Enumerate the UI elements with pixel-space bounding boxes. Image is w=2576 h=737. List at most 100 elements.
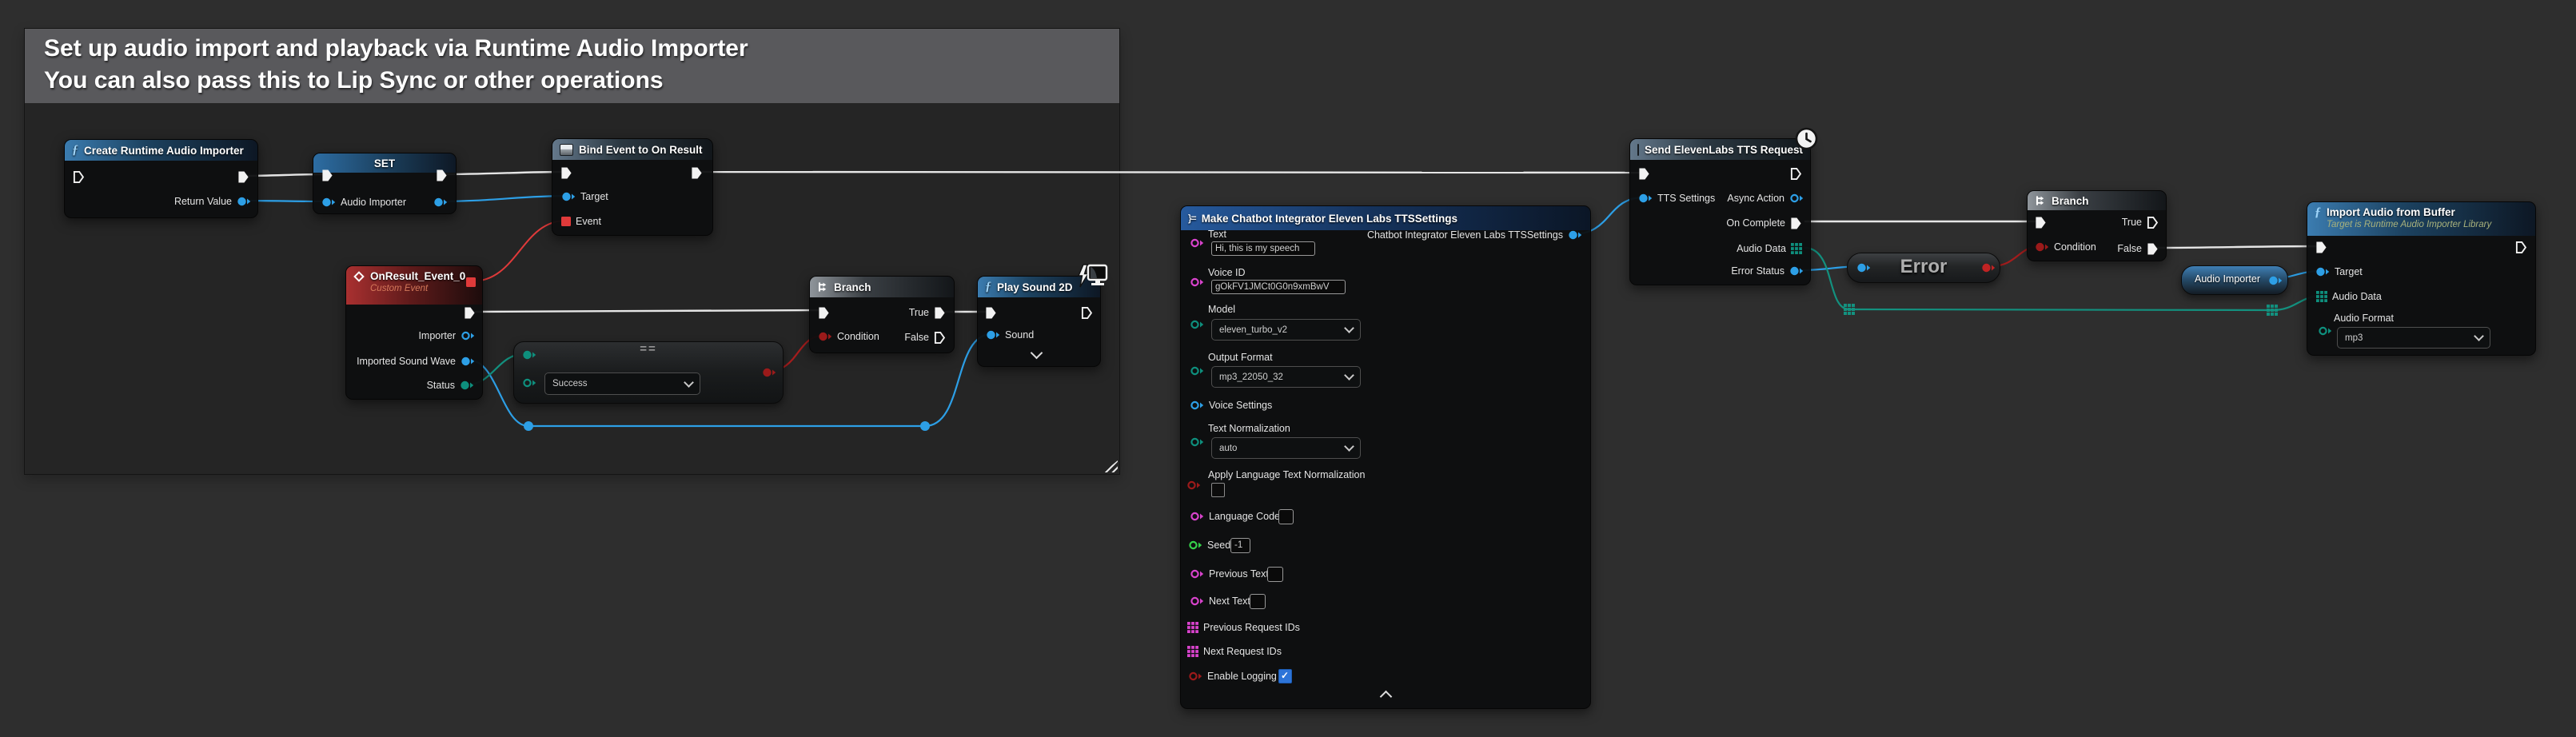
- tts-settings-out-pin[interactable]: Chatbot Integrator Eleven Labs TTSSettin…: [1367, 228, 1582, 242]
- node-header[interactable]: Bind Event to On Result: [552, 139, 712, 160]
- async-action-pin[interactable]: Async Action: [1727, 191, 1804, 205]
- audio-data-pin[interactable]: Audio Data: [1737, 241, 1802, 256]
- node-header[interactable]: ƒCreate Runtime Audio Importer: [65, 140, 257, 161]
- voice-settings-pin[interactable]: Voice Settings: [1190, 398, 1272, 412]
- equal-input-a-pin[interactable]: [522, 348, 536, 362]
- node-get-audio-importer[interactable]: Audio Importer: [2181, 265, 2288, 295]
- next-request-ids-pin[interactable]: Next Request IDs: [1187, 644, 1282, 659]
- exec-in-pin[interactable]: [2035, 215, 2047, 229]
- comment-header[interactable]: Set up audio import and playback via Run…: [25, 29, 1119, 103]
- next-text-field[interactable]: [1250, 594, 1266, 609]
- language-code-field[interactable]: [1278, 509, 1294, 524]
- on-complete-exec-pin[interactable]: On Complete: [1726, 216, 1802, 230]
- node-create-runtime-audio-importer[interactable]: ƒCreate Runtime Audio Importer Return Va…: [64, 139, 258, 218]
- audio-importer-in-pin[interactable]: Audio Importer: [321, 195, 406, 209]
- previous-text-field[interactable]: [1267, 567, 1283, 582]
- exec-out-pin[interactable]: [1790, 166, 1802, 181]
- node-equal-enum[interactable]: == Success: [513, 341, 784, 404]
- exec-out-pin[interactable]: [237, 169, 249, 184]
- output-format-dropdown[interactable]: mp3_22050_32: [1211, 366, 1361, 388]
- target-pin[interactable]: Target: [2315, 265, 2363, 279]
- expand-node-chevron[interactable]: [1031, 347, 1043, 360]
- node-branch-2[interactable]: Branch Condition True False: [2027, 190, 2167, 261]
- exec-in-pin[interactable]: [73, 169, 85, 184]
- node-set-audio-importer[interactable]: SET Audio Importer: [313, 153, 457, 214]
- exec-out-pin[interactable]: [436, 168, 448, 182]
- exec-in-pin[interactable]: [2315, 240, 2327, 254]
- node-branch-1[interactable]: Branch Condition True False: [809, 276, 955, 353]
- tts-settings-pin[interactable]: TTS Settings: [1638, 191, 1715, 205]
- previous-text-pin[interactable]: Previous Text: [1190, 567, 1269, 581]
- condition-pin[interactable]: Condition: [818, 329, 879, 344]
- previous-request-ids-pin[interactable]: Previous Request IDs: [1187, 620, 1300, 635]
- true-exec-pin[interactable]: True: [909, 305, 946, 320]
- exec-out-pin[interactable]: [1081, 305, 1093, 320]
- voice-id-pin[interactable]: [1190, 275, 1204, 289]
- variable-out-pin[interactable]: [2268, 273, 2283, 288]
- exec-in-pin[interactable]: [985, 305, 997, 320]
- language-code-pin[interactable]: Language Code: [1190, 509, 1280, 524]
- next-text-pin[interactable]: Next Text: [1190, 594, 1250, 608]
- error-status-pin[interactable]: Error Status: [1731, 264, 1804, 278]
- node-onresult-custom-event[interactable]: OnResult_Event_0 Custom Event Importer I…: [345, 265, 483, 400]
- node-header[interactable]: ƒ Import Audio from Buffer Target is Run…: [2307, 202, 2535, 236]
- node-send-elevenlabs-tts-request[interactable]: Send ElevenLabs TTS Request TTS Settings…: [1629, 138, 1811, 285]
- text-normalization-dropdown[interactable]: auto: [1211, 437, 1361, 459]
- true-exec-pin[interactable]: True: [2122, 215, 2159, 229]
- node-header[interactable]: }=Make Chatbot Integrator Eleven Labs TT…: [1181, 206, 1590, 230]
- apply-language-text-normalization-pin[interactable]: [1186, 478, 1201, 492]
- target-pin[interactable]: Target: [561, 189, 608, 204]
- model-pin[interactable]: [1190, 317, 1204, 332]
- sound-pin[interactable]: Sound: [986, 328, 1034, 342]
- node-make-chatbot-tts-settings[interactable]: }=Make Chatbot Integrator Eleven Labs TT…: [1180, 205, 1591, 709]
- importer-pin[interactable]: Importer: [418, 329, 475, 343]
- node-header[interactable]: Branch: [810, 277, 954, 297]
- node-header[interactable]: OnResult_Event_0 Custom Event: [346, 266, 482, 305]
- node-header[interactable]: SET: [313, 153, 456, 173]
- seed-field[interactable]: -1: [1230, 538, 1250, 553]
- exec-in-pin[interactable]: [321, 168, 333, 182]
- imported-sound-wave-pin[interactable]: Imported Sound Wave: [357, 354, 475, 368]
- blueprint-graph-canvas[interactable]: Set up audio import and playback via Run…: [0, 0, 2576, 737]
- exec-out-pin[interactable]: [2515, 240, 2527, 254]
- error-output-pin[interactable]: [1981, 261, 1996, 275]
- exec-in-pin[interactable]: [1638, 166, 1650, 181]
- node-play-sound-2d[interactable]: ƒPlay Sound 2D Sound: [977, 276, 1101, 367]
- enum-value-dropdown[interactable]: Success: [544, 372, 700, 395]
- exec-in-pin[interactable]: [818, 305, 830, 320]
- voice-id-field[interactable]: gOkFV1JMCt0G0n9xmBwV: [1211, 280, 1346, 294]
- text-field[interactable]: Hi, this is my speech: [1211, 241, 1315, 256]
- error-input-pin[interactable]: [1856, 261, 1871, 275]
- exec-out-pin[interactable]: [691, 165, 703, 180]
- enable-logging-checkbox[interactable]: [1278, 669, 1292, 683]
- node-header[interactable]: Branch: [2028, 191, 2166, 210]
- node-header[interactable]: Send ElevenLabs TTS Request: [1630, 139, 1810, 160]
- false-exec-pin[interactable]: False: [904, 330, 946, 345]
- status-pin[interactable]: Status: [427, 378, 474, 392]
- output-format-pin[interactable]: [1190, 364, 1204, 378]
- equal-result-pin[interactable]: [762, 365, 776, 380]
- collapse-node-chevron[interactable]: [1380, 691, 1393, 703]
- node-error-compact[interactable]: Error: [1847, 253, 2000, 283]
- delegate-out-pin[interactable]: [466, 275, 476, 289]
- equal-input-b-pin[interactable]: [522, 376, 536, 390]
- audio-importer-out-pin[interactable]: [433, 195, 448, 209]
- seed-pin[interactable]: Seed: [1188, 538, 1230, 552]
- audio-format-pin[interactable]: [2318, 324, 2332, 338]
- exec-in-pin[interactable]: [560, 165, 572, 180]
- node-bind-event-to-on-result[interactable]: Bind Event to On Result Target Event: [552, 138, 713, 236]
- return-value-pin[interactable]: Return Value: [174, 194, 251, 209]
- false-exec-pin[interactable]: False: [2117, 241, 2159, 256]
- text-pin[interactable]: [1190, 236, 1204, 250]
- node-import-audio-from-buffer[interactable]: ƒ Import Audio from Buffer Target is Run…: [2307, 201, 2536, 356]
- condition-pin[interactable]: Condition: [2035, 240, 2096, 254]
- exec-out-pin[interactable]: [464, 305, 476, 320]
- event-delegate-pin[interactable]: Event: [561, 214, 601, 229]
- apply-language-text-normalization-checkbox[interactable]: [1211, 483, 1225, 497]
- text-normalization-pin[interactable]: [1190, 435, 1204, 449]
- audio-data-pin[interactable]: Audio Data: [2316, 289, 2382, 304]
- model-dropdown[interactable]: eleven_turbo_v2: [1211, 319, 1361, 341]
- audio-format-dropdown[interactable]: mp3: [2337, 327, 2490, 349]
- comment-resize-handle[interactable]: [1103, 460, 1118, 472]
- enable-logging-pin[interactable]: Enable Logging: [1188, 669, 1277, 683]
